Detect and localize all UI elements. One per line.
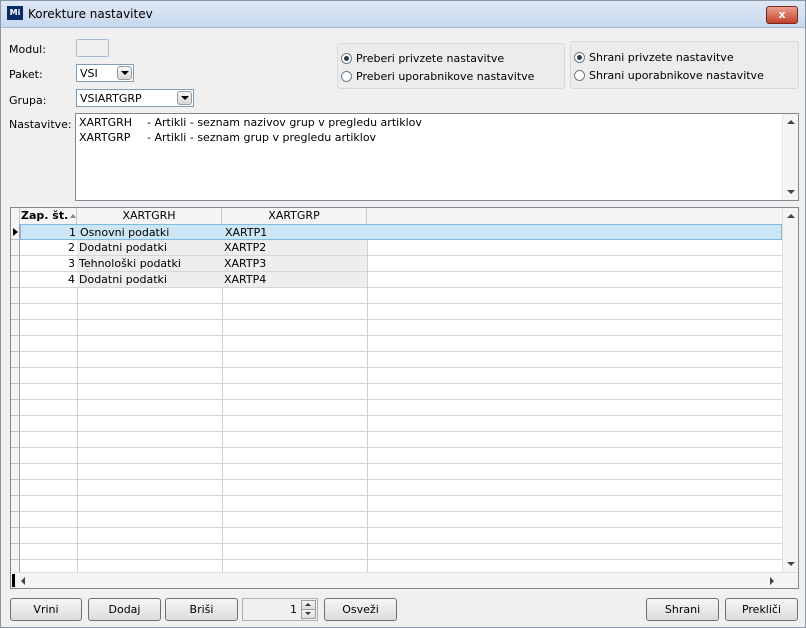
read-user-option[interactable]: Preberi uporabnikove nastavitve <box>341 70 534 83</box>
nastavitve-label: Nastavitve: <box>9 118 72 131</box>
sort-asc-icon <box>70 214 77 218</box>
cell-zap: 4 <box>68 273 75 286</box>
column-header-zap-label: Zap. št. <box>21 209 69 222</box>
cell-xartgrh[interactable]: Osnovni podatki <box>78 225 223 240</box>
scroll-up-icon[interactable] <box>787 120 795 124</box>
paket-select[interactable]: VSI <box>76 64 134 82</box>
spin-down-icon[interactable] <box>301 609 316 619</box>
cell-xartgrh[interactable]: Dodatni podatki <box>77 272 222 287</box>
radio-selected-icon[interactable] <box>574 52 585 63</box>
save-user-label: Shrani uporabnikove nastavitve <box>589 69 764 82</box>
title-bar: Mi Korekture nastavitev x <box>1 1 805 28</box>
table-row[interactable]: 1 Osnovni podatki XARTP1 <box>20 224 782 240</box>
read-default-option[interactable]: Preberi privzete nastavitve <box>341 52 504 65</box>
radio-empty-icon[interactable] <box>574 70 585 81</box>
settings-item: XARTGRP - Artikli - seznam grup v pregled… <box>79 131 376 144</box>
table-row[interactable]: 4 Dodatni podatki XARTP4 <box>20 272 782 287</box>
cell-xartgrh[interactable]: Tehnološki podatki <box>77 256 222 271</box>
save-user-option[interactable]: Shrani uporabnikove nastavitve <box>574 69 764 82</box>
scroll-up-icon[interactable] <box>787 214 795 218</box>
dialog-window: Mi Korekture nastavitev x Modul: Paket: … <box>0 0 806 628</box>
scroll-left-icon[interactable] <box>21 577 25 585</box>
column-header-xartgrh[interactable]: XARTGRH <box>77 208 222 224</box>
dodaj-button[interactable]: Dodaj <box>88 598 161 621</box>
spinner-value: 1 <box>290 603 297 616</box>
settings-desc: - Artikli - seznam grup v pregledu artik… <box>147 131 377 144</box>
brisi-button[interactable]: Briši <box>165 598 238 621</box>
modul-label: Modul: <box>9 43 46 56</box>
vrini-button[interactable]: Vrini <box>10 598 82 621</box>
paket-label: Paket: <box>9 68 43 81</box>
close-button[interactable]: x <box>766 6 798 24</box>
settings-list[interactable]: XARTGRH - Artikli - seznam nazivov grup v… <box>75 113 799 201</box>
cell-zap: 1 <box>69 226 76 239</box>
cell-zap: 3 <box>68 257 75 270</box>
column-header-zap[interactable]: Zap. št. <box>20 208 77 224</box>
read-user-label: Preberi uporabnikove nastavitve <box>356 70 535 83</box>
settings-desc: - Artikli - seznam nazivov grup v pregle… <box>147 116 422 129</box>
grid-vertical-scrollbar[interactable] <box>782 208 798 572</box>
scroll-position-marker <box>12 574 15 587</box>
table-row[interactable]: 3 Tehnološki podatki XARTP3 <box>20 256 782 271</box>
shrani-button[interactable]: Shrani <box>646 598 719 621</box>
row-spinner[interactable]: 1 <box>242 598 318 621</box>
header-indicator-cell <box>11 208 20 224</box>
cell-zap: 2 <box>68 241 75 254</box>
osvezi-button[interactable]: Osveži <box>324 598 397 621</box>
cell-xartgrp[interactable]: XARTP2 <box>222 240 367 255</box>
radio-selected-icon[interactable] <box>341 53 352 64</box>
cell-xartgrp[interactable]: XARTP1 <box>223 225 368 240</box>
grid-header: Zap. št. XARTGRH XARTGRP <box>11 208 782 225</box>
app-logo-icon: Mi <box>7 6 23 20</box>
current-row-arrow-icon <box>13 228 18 236</box>
cell-xartgrp[interactable]: XARTP4 <box>222 272 367 287</box>
grid-horizontal-scrollbar[interactable] <box>11 572 798 588</box>
preklici-button[interactable]: Prekliči <box>725 598 798 621</box>
chevron-down-icon[interactable] <box>117 66 132 80</box>
settings-key: XARTGRH <box>79 116 133 129</box>
settings-key: XARTGRP <box>79 131 131 144</box>
save-default-label: Shrani privzete nastavitve <box>589 51 734 64</box>
row-indicator-column <box>11 224 20 572</box>
chevron-down-icon[interactable] <box>177 91 192 105</box>
grupa-value: VSIARTGRP <box>80 92 142 105</box>
read-default-label: Preberi privzete nastavitve <box>356 52 505 65</box>
grupa-label: Grupa: <box>9 94 47 107</box>
scroll-down-icon[interactable] <box>787 562 795 566</box>
settings-item: XARTGRH - Artikli - seznam nazivov grup v… <box>79 116 422 129</box>
table-row[interactable]: 2 Dodatni podatki XARTP2 <box>20 240 782 255</box>
window-title: Korekture nastavitev <box>28 7 153 21</box>
cell-xartgrp[interactable]: XARTP3 <box>222 256 367 271</box>
modul-field[interactable] <box>76 39 109 57</box>
data-grid[interactable]: Zap. št. XARTGRH XARTGRP 1 Osnovni podat… <box>10 207 799 589</box>
paket-value: VSI <box>80 67 98 80</box>
cell-xartgrh[interactable]: Dodatni podatki <box>77 240 222 255</box>
settings-scrollbar[interactable] <box>782 114 798 200</box>
grupa-select[interactable]: VSIARTGRP <box>76 89 194 107</box>
save-default-option[interactable]: Shrani privzete nastavitve <box>574 51 734 64</box>
radio-empty-icon[interactable] <box>341 71 352 82</box>
scroll-down-icon[interactable] <box>787 190 795 194</box>
column-header-xartgrp[interactable]: XARTGRP <box>222 208 367 224</box>
scroll-right-icon[interactable] <box>770 577 774 585</box>
